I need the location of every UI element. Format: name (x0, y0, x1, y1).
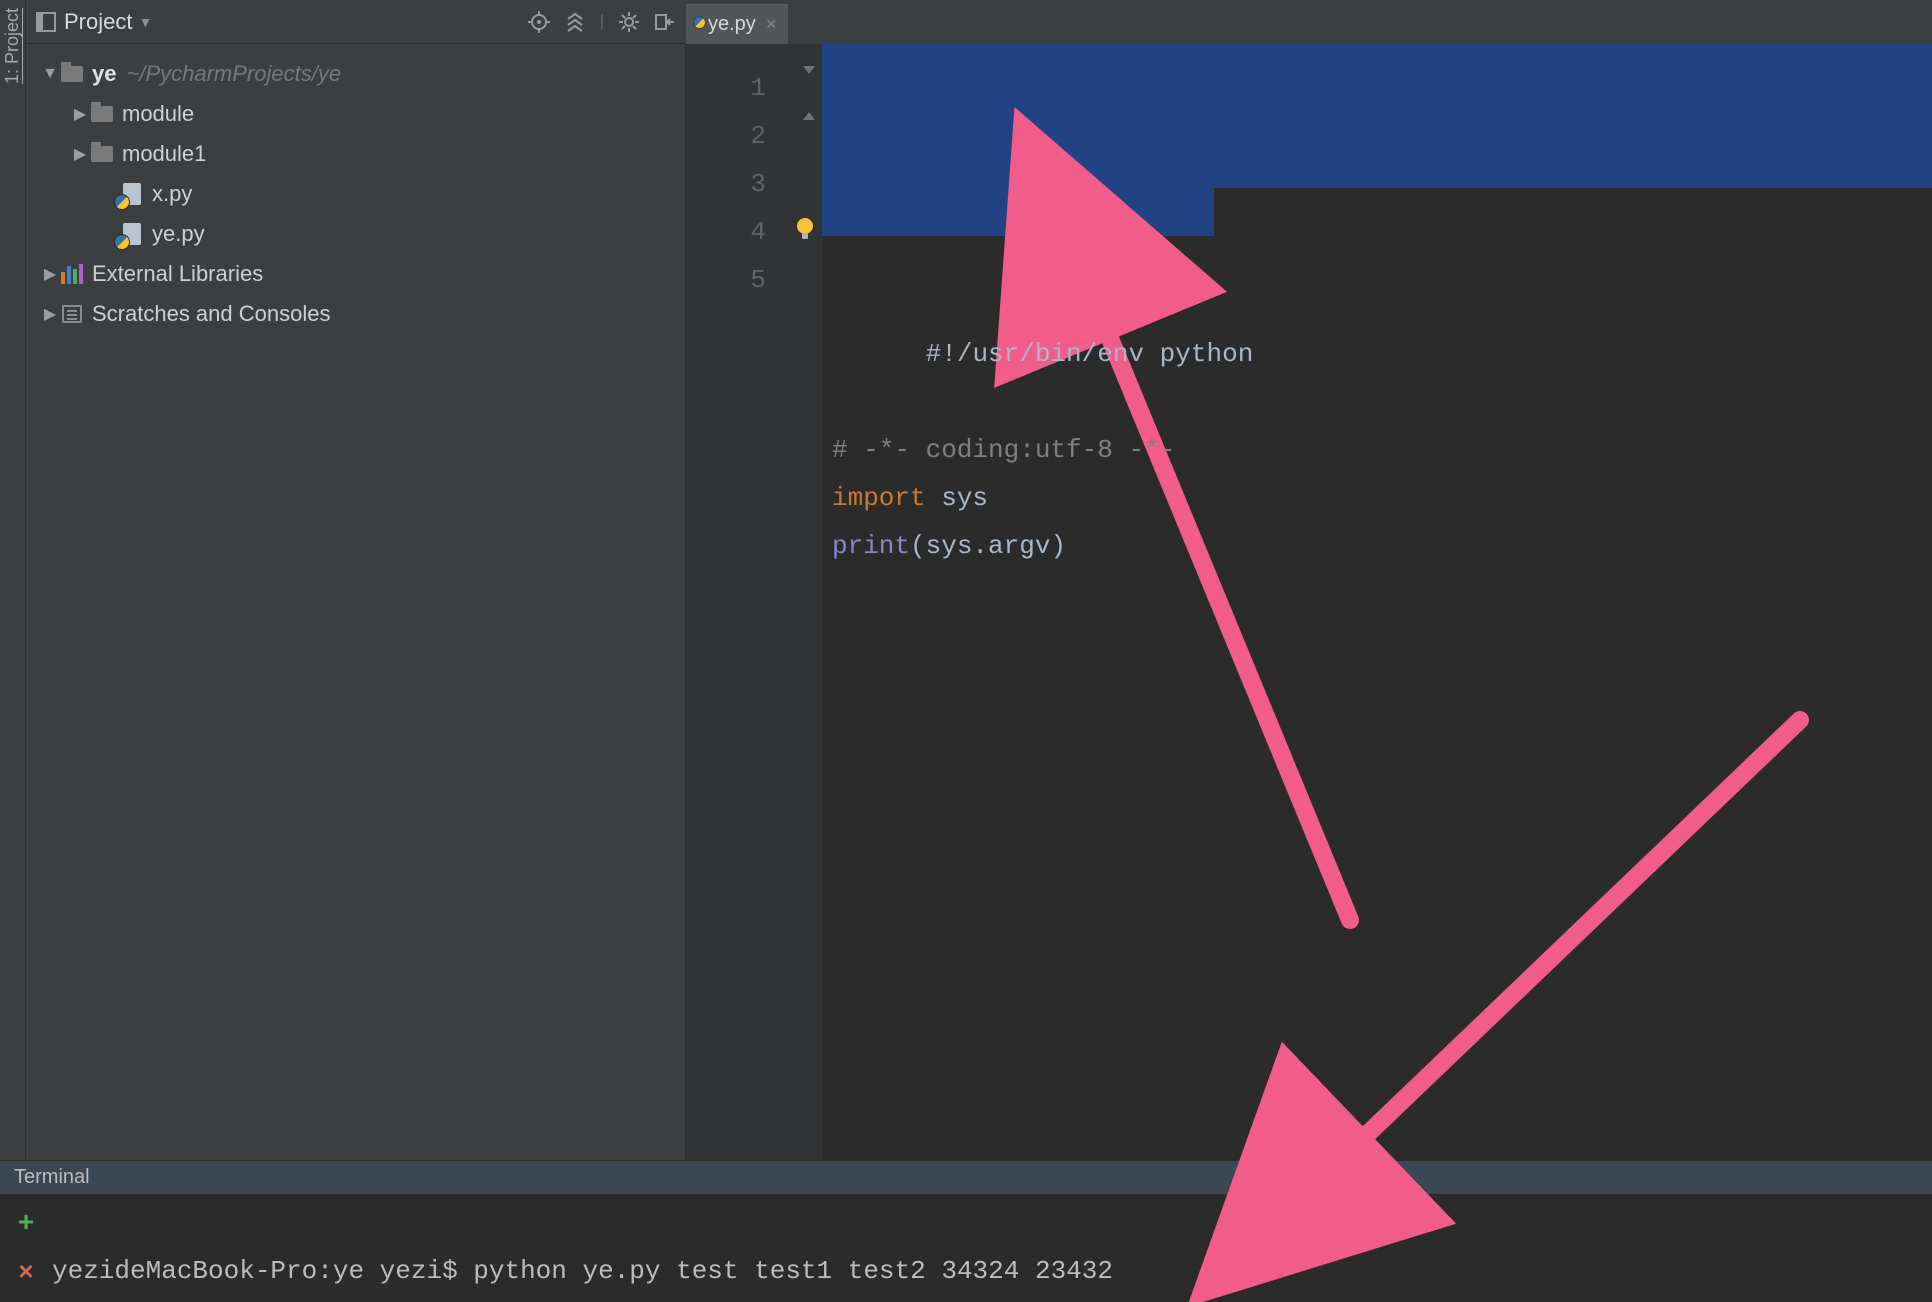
tree-item-label: x.py (152, 181, 192, 207)
locate-icon[interactable] (528, 11, 550, 33)
hide-panel-icon[interactable] (654, 11, 676, 33)
editor-tab-yepy[interactable]: ye.py × (686, 4, 788, 44)
editor-gutter[interactable]: 1 2 3 4 5 (686, 44, 794, 1160)
code-area[interactable]: #!/usr/bin/env python # -*- coding:utf-8… (822, 44, 1932, 1160)
scratches-icon (60, 302, 84, 326)
tree-item-label: module1 (122, 141, 206, 167)
libraries-icon (60, 262, 84, 286)
tree-file-xpy[interactable]: x.py (26, 174, 685, 214)
expand-arrow-icon[interactable]: ▶ (70, 144, 90, 164)
gear-icon[interactable] (618, 11, 640, 33)
tree-file-yepy[interactable]: ye.py (26, 214, 685, 254)
line-number[interactable]: 4 (686, 208, 766, 256)
project-tool-header: Project ▼ | (26, 0, 686, 44)
terminal-panel: + × yezideMacBook-Pro:ye yezi$ python ye… (0, 1194, 1932, 1302)
line-number[interactable]: 5 (686, 256, 766, 304)
editor-tab-bar: ye.py × (686, 0, 1932, 44)
tree-root-path: ~/PycharmProjects/ye (126, 61, 341, 87)
fold-region-top-icon[interactable] (799, 66, 817, 82)
terminal-command-line: yezideMacBook-Pro:ye yezi$ python ye.py … (52, 1256, 1113, 1286)
close-tab-icon[interactable]: × (766, 14, 777, 35)
project-header-title[interactable]: Project ▼ (64, 9, 152, 35)
tree-scratches[interactable]: ▶ Scratches and Consoles (26, 294, 685, 334)
collapse-all-icon[interactable] (564, 11, 586, 33)
terminal-side-toolbar: + × (0, 1194, 52, 1302)
fold-column[interactable] (794, 44, 822, 1160)
intention-bulb-icon[interactable] (792, 177, 1892, 329)
code-line-3[interactable]: import sys (822, 474, 1932, 522)
terminal-header[interactable]: Terminal (0, 1160, 1932, 1194)
project-tree[interactable]: ▼ ye ~/PycharmProjects/ye ▶ module ▶ mod… (26, 44, 686, 1160)
chevron-down-icon: ▼ (138, 14, 152, 30)
folder-icon (60, 62, 84, 86)
tree-item-label: External Libraries (92, 261, 263, 287)
terminal-output[interactable]: yezideMacBook-Pro:ye yezi$ python ye.py … (52, 1194, 1932, 1302)
project-title-label: Project (64, 9, 132, 35)
code-line-5[interactable] (822, 570, 1932, 618)
line-number[interactable]: 3 (686, 160, 766, 208)
project-tool-tab[interactable]: 1: Project (2, 0, 23, 98)
code-line-1[interactable]: #!/usr/bin/env python (822, 64, 1932, 426)
expand-arrow-icon[interactable]: ▼ (40, 65, 60, 83)
tree-folder-module1[interactable]: ▶ module1 (26, 134, 685, 174)
tree-root-name: ye (92, 61, 116, 87)
tree-item-label: module (122, 101, 194, 127)
editor-tab-label: ye.py (708, 13, 756, 36)
tree-root[interactable]: ▼ ye ~/PycharmProjects/ye (26, 54, 685, 94)
new-terminal-icon[interactable]: + (18, 1206, 34, 1238)
tree-item-label: Scratches and Consoles (92, 301, 330, 327)
expand-arrow-icon[interactable]: ▶ (70, 104, 90, 124)
folder-icon (90, 102, 114, 126)
code-editor[interactable]: 1 2 3 4 5 #!/usr/bin/env python # -*- co… (686, 44, 1932, 1160)
expand-arrow-icon[interactable]: ▶ (40, 264, 60, 284)
python-file-icon (120, 182, 144, 206)
tree-folder-module[interactable]: ▶ module (26, 94, 685, 134)
code-line-4[interactable]: print(sys.argv) (822, 522, 1932, 570)
line-number[interactable]: 1 (686, 64, 766, 112)
tree-external-libraries[interactable]: ▶ External Libraries (26, 254, 685, 294)
toolbar-divider: | (600, 13, 604, 31)
python-file-icon (120, 222, 144, 246)
tree-item-label: ye.py (152, 221, 205, 247)
folder-icon (90, 142, 114, 166)
expand-arrow-icon[interactable]: ▶ (40, 304, 60, 324)
left-tool-strip: 1: Project (0, 0, 26, 1160)
line-number[interactable]: 2 (686, 112, 766, 160)
code-line-2[interactable]: # -*- coding:utf-8 -*- (822, 426, 1932, 474)
project-panel-icon (36, 12, 56, 32)
fold-region-bottom-icon[interactable] (799, 112, 817, 128)
terminal-header-label: Terminal (14, 1166, 90, 1189)
close-terminal-icon[interactable]: × (18, 1256, 33, 1287)
